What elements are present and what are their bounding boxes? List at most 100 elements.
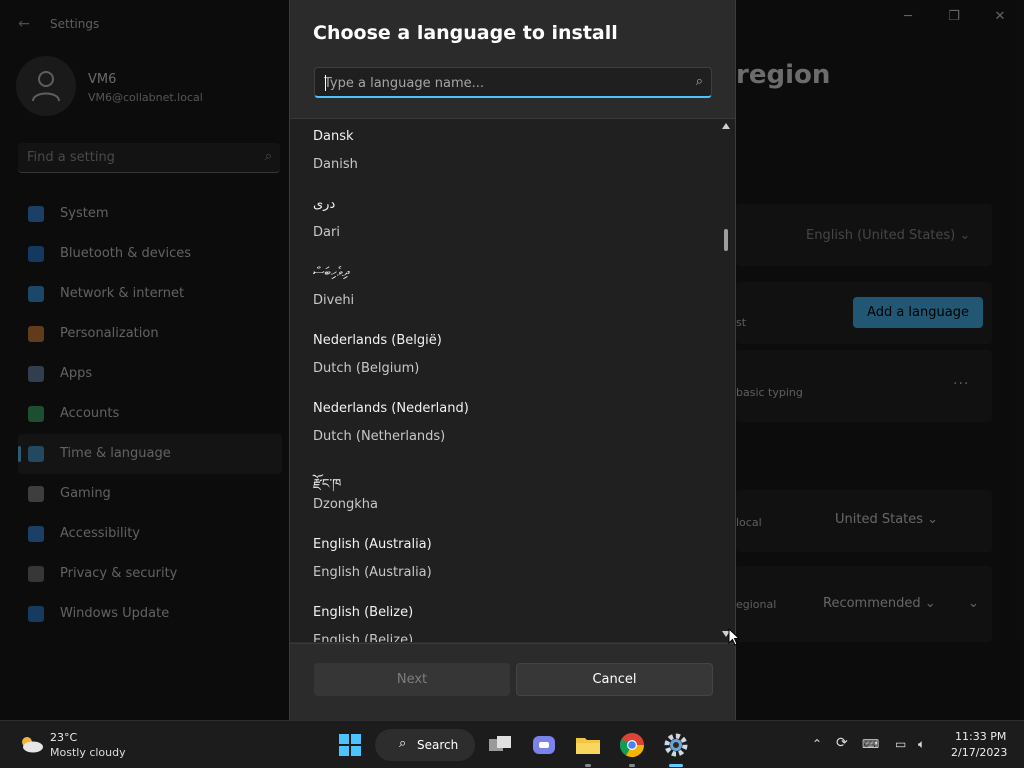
language-native-name: English (Belize) [313,605,414,620]
language-search-box[interactable]: ⌕ [314,67,712,98]
sidebar-item-icon [28,206,44,222]
find-setting-placeholder: Find a setting [27,150,115,165]
sidebar-item-icon [28,286,44,302]
sidebar-item[interactable]: System [18,194,282,234]
language-list-item[interactable]: Nederlands (België) Dutch (Belgium) [290,327,720,395]
country-dropdown[interactable]: United States ⌄ [835,512,938,527]
search-icon: ⌕ [399,736,407,751]
maximize-button[interactable]: ❐ [932,6,976,28]
sidebar-item-icon [28,526,44,542]
minimize-button[interactable]: ─ [886,6,930,28]
sidebar-item[interactable]: Apps [18,354,282,394]
language-list-item[interactable]: English (Belize) English (Belize) [290,599,720,642]
sidebar-item[interactable]: Gaming [18,474,282,514]
display-language-dropdown[interactable]: English (United States) ⌄ [806,228,970,243]
sidebar-item[interactable]: Windows Update [18,594,282,634]
sidebar-item-label: Time & language [60,446,171,461]
display-language-card[interactable]: English (United States) ⌄ [736,204,992,266]
scrollbar-thumb[interactable] [724,229,728,251]
sidebar-item-icon [28,366,44,382]
sidebar-item-icon [28,326,44,342]
language-english-name: Dutch (Belgium) [313,361,420,376]
page-title: region [736,60,831,90]
sidebar-item-label: System [60,206,109,221]
choose-language-dialog: Choose a language to install ⌕ English (… [289,0,736,720]
clock-date[interactable]: 2/17/2023 [951,746,1007,759]
active-app-indicator [669,764,683,767]
find-setting-input[interactable]: Find a setting ⌕ [18,143,280,173]
language-native-name: Nederlands (Nederland) [313,401,469,416]
sidebar-item-label: Accessibility [60,526,140,541]
network-icon[interactable]: ▭ [895,737,906,751]
weather-widget[interactable]: 23°C Mostly cloudy [16,729,156,761]
sidebar-item-label: Personalization [60,326,159,341]
language-list-item[interactable]: རྫོང་ཁ Dzongkha [290,463,720,531]
language-list[interactable]: English (Belize) English (Belize) English … [290,118,735,642]
sidebar-item[interactable]: Time & language [18,434,282,474]
sidebar-item[interactable]: Privacy & security [18,554,282,594]
close-button[interactable]: ✕ [978,6,1022,28]
add-language-button[interactable]: Add a language [853,297,983,328]
sidebar-item-label: Privacy & security [60,566,178,581]
sidebar-item[interactable]: Network & internet [18,274,282,314]
user-profile[interactable]: VM6 VM6@collabnet.local [16,56,276,118]
volume-icon[interactable]: 🔈︎ [918,737,925,752]
regional-format-dropdown[interactable]: Recommended ⌄ [823,596,936,611]
file-explorer-icon[interactable] [574,731,602,759]
text-caret [325,75,326,91]
language-list-item[interactable]: English (Australia) English (Australia) [290,531,720,599]
taskbar-search-label: Search [417,738,459,752]
weather-cloud-icon [22,737,43,753]
sidebar-item-icon [28,446,44,462]
language-list-item[interactable]: ދިވެހިބަސް Divehi [290,259,720,327]
user-name: VM6 [88,72,117,87]
dialog-header: Choose a language to install ⌕ [290,0,735,118]
language-list-item[interactable]: دری Dari [290,191,720,259]
language-list-item[interactable]: Dansk Danish [290,123,720,191]
language-native-name: Dansk [313,129,354,144]
sidebar-item[interactable]: Accessibility [18,514,282,554]
country-region-card: local United States ⌄ [736,490,992,552]
cancel-button[interactable]: Cancel [516,663,713,696]
back-arrow-icon[interactable]: ← [12,12,36,36]
search-icon: ⌕ [264,149,272,164]
language-native-name: Nederlands (België) [313,333,442,348]
more-options-icon[interactable]: ··· [953,376,969,392]
language-native-name: English (Australia) [313,537,432,552]
sidebar-item[interactable]: Accounts [18,394,282,434]
language-search-input[interactable] [324,73,674,93]
start-button[interactable] [336,731,364,759]
chrome-icon[interactable] [618,731,646,759]
card-text: local [736,516,762,529]
language-english-name: English (Australia) [313,565,432,580]
running-indicator [585,764,591,767]
sidebar-item[interactable]: Bluetooth & devices [18,234,282,274]
sidebar-item-icon [28,486,44,502]
task-view-icon[interactable] [486,731,514,759]
taskbar-search-button[interactable]: ⌕ Search [375,729,475,761]
language-list-item[interactable]: Nederlands (Nederland) Dutch (Netherlands… [290,395,720,463]
teams-chat-icon[interactable] [530,731,558,759]
sidebar-item-label: Gaming [60,486,111,501]
sync-icon[interactable]: ⟳ [836,735,848,751]
language-english-name: Dari [313,225,340,240]
card-text: st [736,316,747,329]
keyboard-icon[interactable]: ⌨ [862,737,879,751]
chevron-down-icon[interactable]: ⌄ [968,596,979,611]
sidebar-item[interactable]: Personalization [18,314,282,354]
language-english-name: Dzongkha [313,497,379,512]
sidebar-item-label: Accounts [60,406,120,421]
dialog-footer: Next Cancel [290,643,735,720]
show-hidden-icons-icon[interactable]: ⌃ [812,737,822,751]
scroll-up-icon[interactable] [722,123,730,129]
settings-gear-icon[interactable] [662,731,690,759]
sidebar-item-label: Network & internet [60,286,185,301]
next-button[interactable]: Next [314,663,510,696]
user-icon [32,71,60,102]
user-email: VM6@collabnet.local [88,91,203,104]
regional-format-card: egional Recommended ⌄ ⌄ [736,566,992,642]
card-text: egional [736,598,777,611]
scrollbar[interactable] [721,119,731,642]
sidebar-item-label: Bluetooth & devices [60,246,191,261]
clock-time[interactable]: 11:33 PM [955,730,1006,743]
